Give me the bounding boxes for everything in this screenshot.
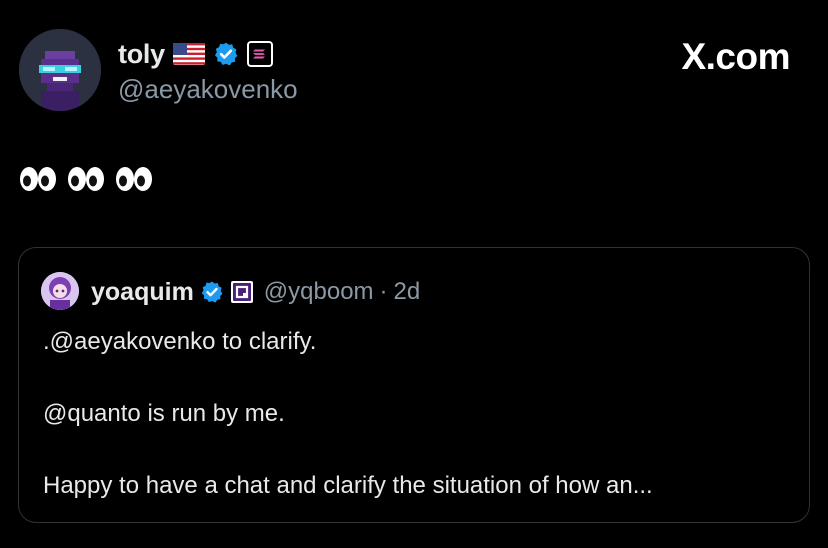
quoted-text-line: .@aeyakovenko to clarify. xyxy=(43,328,317,355)
tweet-text xyxy=(19,165,155,193)
author-display-name[interactable]: toly xyxy=(118,39,165,70)
x-logo: X.com xyxy=(681,36,790,77)
eyes-icon xyxy=(67,165,107,193)
quoted-author-name[interactable]: yoaquim xyxy=(91,278,194,307)
quoted-author-row: yoaquim @yqboom · 2d xyxy=(91,276,420,308)
us-flag-icon xyxy=(172,43,205,65)
quoted-tweet-card[interactable]: yoaquim @yqboom · 2d .@aeyakovenko to cl… xyxy=(18,247,810,523)
separator-dot: · xyxy=(379,278,388,305)
quoted-tweet-text: .@aeyakovenko to clarify. @quanto is run… xyxy=(43,324,789,504)
eyes-icon xyxy=(115,165,155,193)
quoted-text-line: @quanto is run by me. xyxy=(43,400,285,427)
eyes-icon xyxy=(19,165,59,193)
square-badge-icon[interactable] xyxy=(230,280,254,304)
solana-badge-icon[interactable] xyxy=(246,41,273,67)
author-avatar[interactable] xyxy=(19,29,101,111)
quoted-timestamp[interactable]: 2d xyxy=(394,278,421,306)
author-handle[interactable]: @aeyakovenko xyxy=(118,74,298,105)
quoted-text-line: Happy to have a chat and clarify the sit… xyxy=(43,472,653,499)
author-name-row: toly xyxy=(118,36,273,72)
quoted-author-avatar[interactable] xyxy=(41,272,79,310)
verified-badge-icon[interactable] xyxy=(200,280,224,304)
verified-badge-icon[interactable] xyxy=(213,41,239,67)
quoted-author-handle[interactable]: @yqboom xyxy=(264,278,374,306)
